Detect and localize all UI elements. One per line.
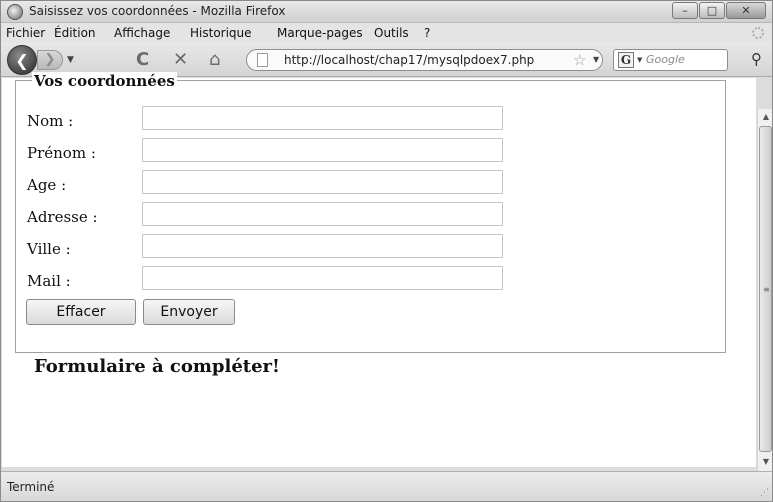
label-adresse: Adresse : <box>27 208 98 226</box>
status-bar: Terminé ⋰ <box>1 471 772 501</box>
bookmark-star-icon[interactable]: ☆ <box>573 51 586 69</box>
page-viewport: Vos coordonnées Nom : Prénom : Age : Adr… <box>2 72 756 467</box>
reload-icon[interactable]: C <box>136 50 149 70</box>
firefox-icon <box>7 4 23 20</box>
title-bar: Saisissez vos coordonnées - Mozilla Fire… <box>1 1 772 23</box>
history-dropdown-icon[interactable]: ▼ <box>67 55 74 65</box>
age-input[interactable] <box>142 170 503 194</box>
nom-input[interactable] <box>142 106 503 130</box>
label-ville: Ville : <box>27 240 71 258</box>
search-placeholder[interactable]: Google <box>646 53 685 66</box>
scroll-down-icon[interactable]: ▼ <box>758 455 772 469</box>
minimize-icon: – <box>682 4 688 17</box>
window-title: Saisissez vos coordonnées - Mozilla Fire… <box>29 4 286 18</box>
close-icon: ✕ <box>741 4 751 17</box>
url-text[interactable]: http://localhost/chap17/mysqlpdoex7.php <box>284 53 534 67</box>
menu-edition[interactable]: Édition <box>54 26 96 40</box>
adresse-input[interactable] <box>142 202 503 226</box>
scroll-thumb[interactable]: ≡ <box>759 126 772 452</box>
vertical-scrollbar[interactable]: ▲ ≡ ▼ <box>757 109 772 471</box>
page-heading: Formulaire à compléter! <box>34 356 280 377</box>
submit-button[interactable]: Envoyer <box>143 299 235 325</box>
page-icon <box>257 53 268 67</box>
search-icon[interactable]: ⚲ <box>751 50 762 68</box>
label-prenom: Prénom : <box>27 144 96 162</box>
forward-arrow-icon: ❯ <box>44 52 56 67</box>
label-age: Age : <box>27 176 67 194</box>
search-engine-icon[interactable]: G <box>618 52 634 68</box>
maximize-button[interactable]: □ <box>699 2 725 19</box>
browser-window: Saisissez vos coordonnées - Mozilla Fire… <box>0 0 773 502</box>
ville-input[interactable] <box>142 234 503 258</box>
resize-grip-icon[interactable]: ⋰ <box>760 488 769 498</box>
mail-input[interactable] <box>142 266 503 290</box>
menu-marque-pages[interactable]: Marque-pages <box>277 26 363 40</box>
menu-historique[interactable]: Historique <box>190 26 252 40</box>
menu-fichier[interactable]: Fichier <box>6 26 45 40</box>
scroll-up-icon[interactable]: ▲ <box>758 110 772 124</box>
address-bar[interactable]: http://localhost/chap17/mysqlpdoex7.php … <box>246 49 603 71</box>
label-nom: Nom : <box>27 112 74 130</box>
scroll-grip-icon: ≡ <box>763 285 770 294</box>
menu-affichage[interactable]: Affichage <box>114 26 170 40</box>
minimize-button[interactable]: – <box>672 2 698 19</box>
url-dropdown-icon[interactable]: ▼ <box>593 55 599 64</box>
label-mail: Mail : <box>27 272 71 290</box>
menu-help[interactable]: ? <box>424 26 430 40</box>
form-legend: Vos coordonnées <box>32 72 177 90</box>
maximize-icon: □ <box>706 4 718 17</box>
forward-button[interactable]: ❯ <box>37 50 63 70</box>
reset-button[interactable]: Effacer <box>26 299 136 325</box>
stop-icon[interactable]: ✕ <box>173 50 188 70</box>
menu-bar: Fichier Édition Affichage Historique Mar… <box>1 23 772 43</box>
close-button[interactable]: ✕ <box>726 2 766 19</box>
back-arrow-icon: ❮ <box>15 51 29 70</box>
status-text: Terminé <box>7 480 55 494</box>
home-icon[interactable]: ⌂ <box>209 50 220 70</box>
throbber-icon <box>752 27 764 39</box>
back-button[interactable]: ❮ <box>7 45 37 75</box>
search-box[interactable]: G ▼ Google <box>613 49 728 71</box>
menu-outils[interactable]: Outils <box>374 26 409 40</box>
search-engine-dropdown-icon[interactable]: ▼ <box>637 56 642 64</box>
prenom-input[interactable] <box>142 138 503 162</box>
window-controls: – □ ✕ <box>671 2 766 19</box>
